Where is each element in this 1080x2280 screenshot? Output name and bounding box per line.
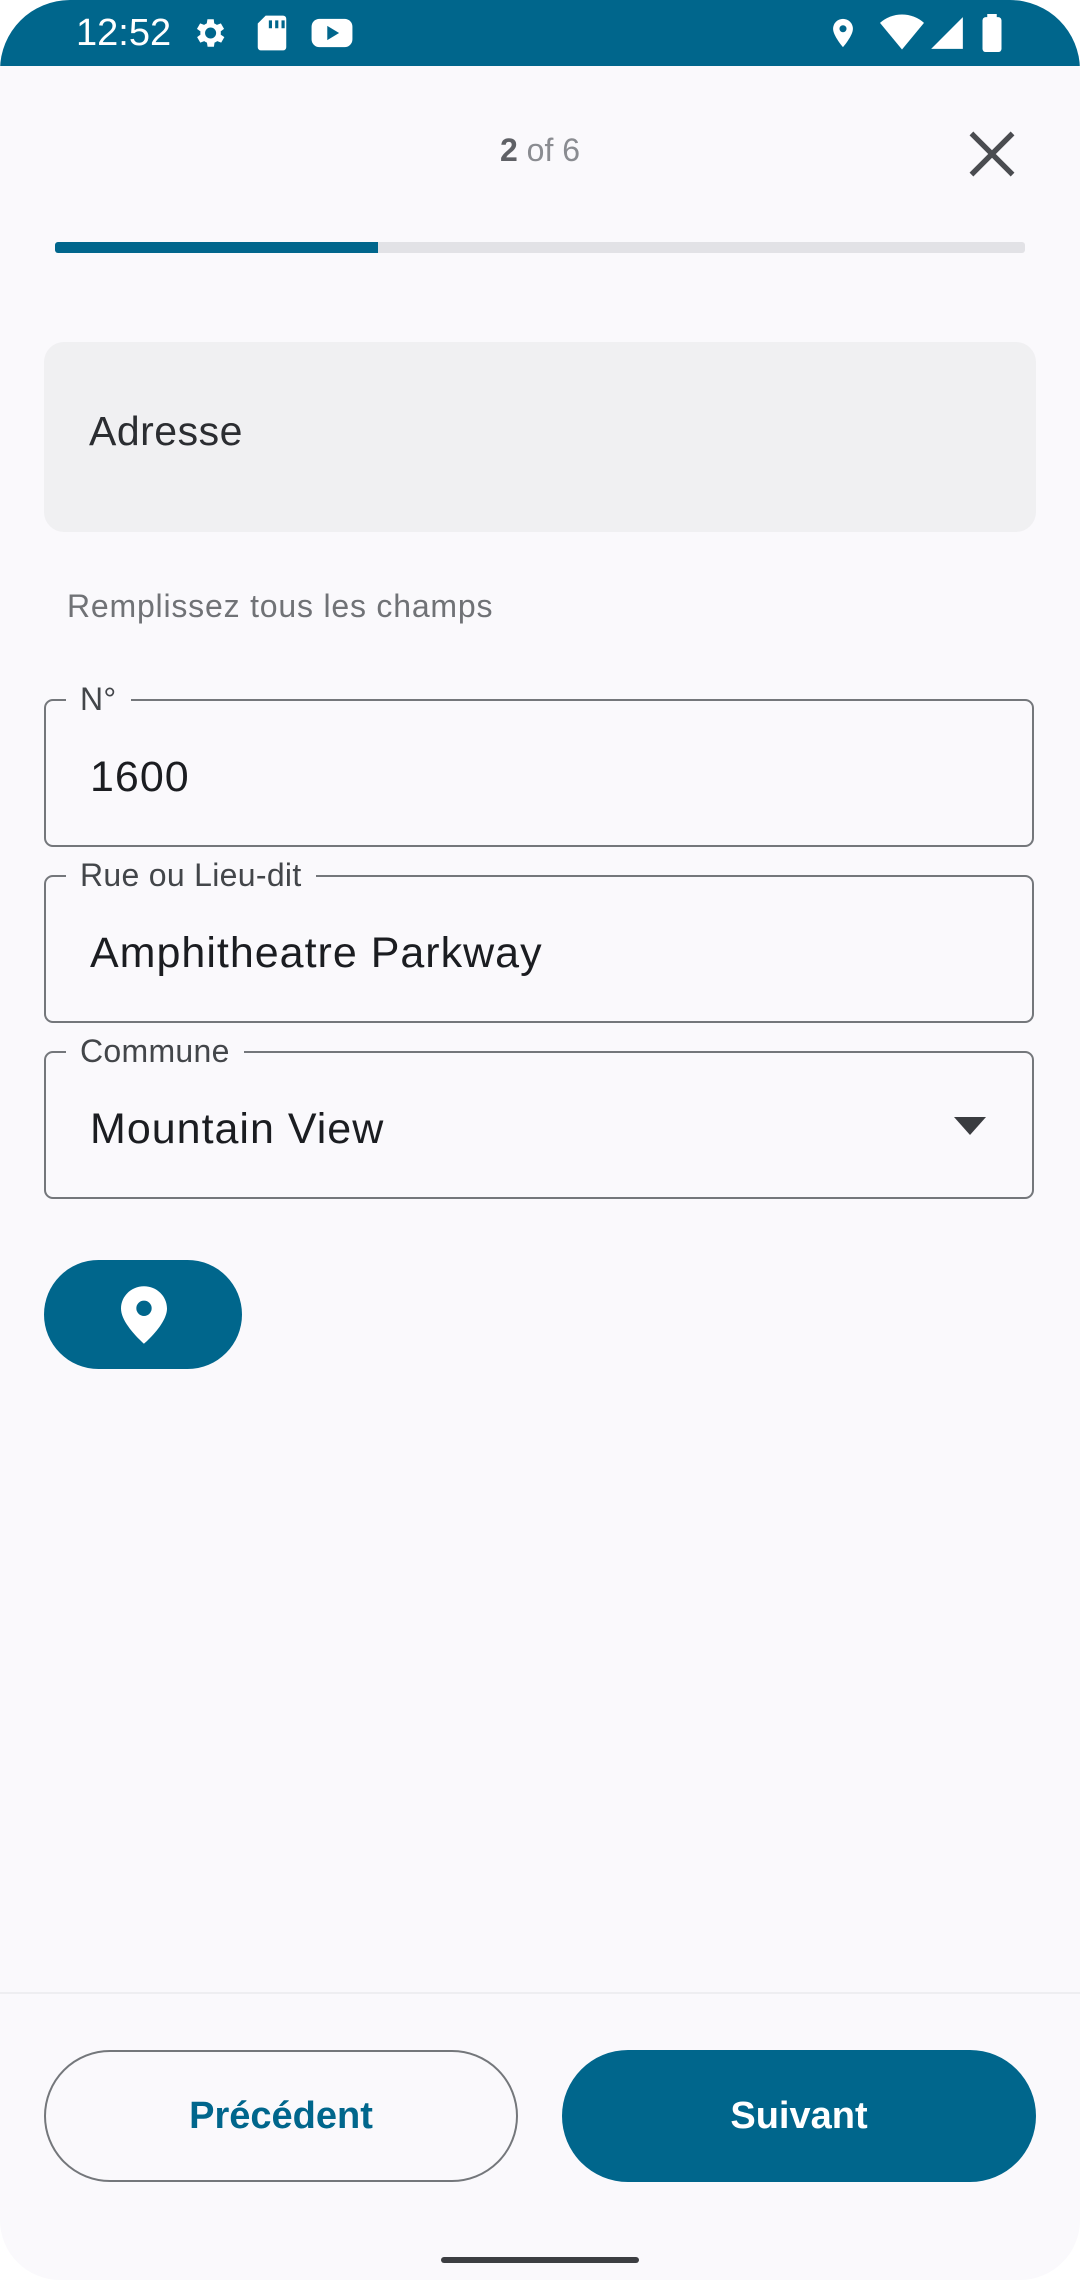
dropdown-arrow-icon[interactable] xyxy=(954,1117,986,1140)
progress-bar xyxy=(55,242,1025,253)
street-field[interactable]: Rue ou Lieu-dit Amphitheatre Parkway xyxy=(44,855,1034,1023)
signal-icon xyxy=(928,14,966,57)
previous-button[interactable]: Précédent xyxy=(44,2050,518,2182)
step-counter: 2 of 6 xyxy=(0,132,1080,169)
step-total: of 6 xyxy=(526,132,581,168)
map-pin-icon xyxy=(121,1286,167,1344)
wifi-icon xyxy=(880,14,924,57)
battery-icon xyxy=(980,14,1004,57)
step-current: 2 xyxy=(499,132,518,168)
section-header-card: Adresse xyxy=(44,342,1036,532)
youtube-icon xyxy=(310,14,354,57)
number-field[interactable]: N° 1600 xyxy=(44,679,1034,847)
commune-field-label: Commune xyxy=(66,1031,244,1071)
screen: 12:52 2 of 6 Adresse Remplissez tous les… xyxy=(0,0,1080,2280)
close-icon xyxy=(969,131,1015,177)
number-field-label: N° xyxy=(66,679,131,719)
footer-divider xyxy=(0,1992,1080,1994)
status-bar: 12:52 xyxy=(0,0,1080,66)
sd-card-icon xyxy=(255,14,289,57)
progress-bar-fill xyxy=(55,242,378,253)
number-field-value: 1600 xyxy=(90,753,190,801)
section-title: Adresse xyxy=(89,408,243,454)
helper-text: Remplissez tous les champs xyxy=(67,588,494,624)
status-time: 12:52 xyxy=(76,12,172,54)
commune-dropdown[interactable]: Commune Mountain View xyxy=(44,1031,1034,1199)
home-indicator[interactable] xyxy=(441,2257,639,2263)
location-icon xyxy=(826,14,860,57)
close-button[interactable] xyxy=(960,122,1024,186)
commune-field-value: Mountain View xyxy=(90,1105,385,1153)
gear-icon xyxy=(190,14,228,57)
street-field-label: Rue ou Lieu-dit xyxy=(66,855,316,895)
street-field-value: Amphitheatre Parkway xyxy=(90,929,543,977)
locate-me-button[interactable] xyxy=(44,1260,242,1369)
next-button[interactable]: Suivant xyxy=(562,2050,1036,2182)
